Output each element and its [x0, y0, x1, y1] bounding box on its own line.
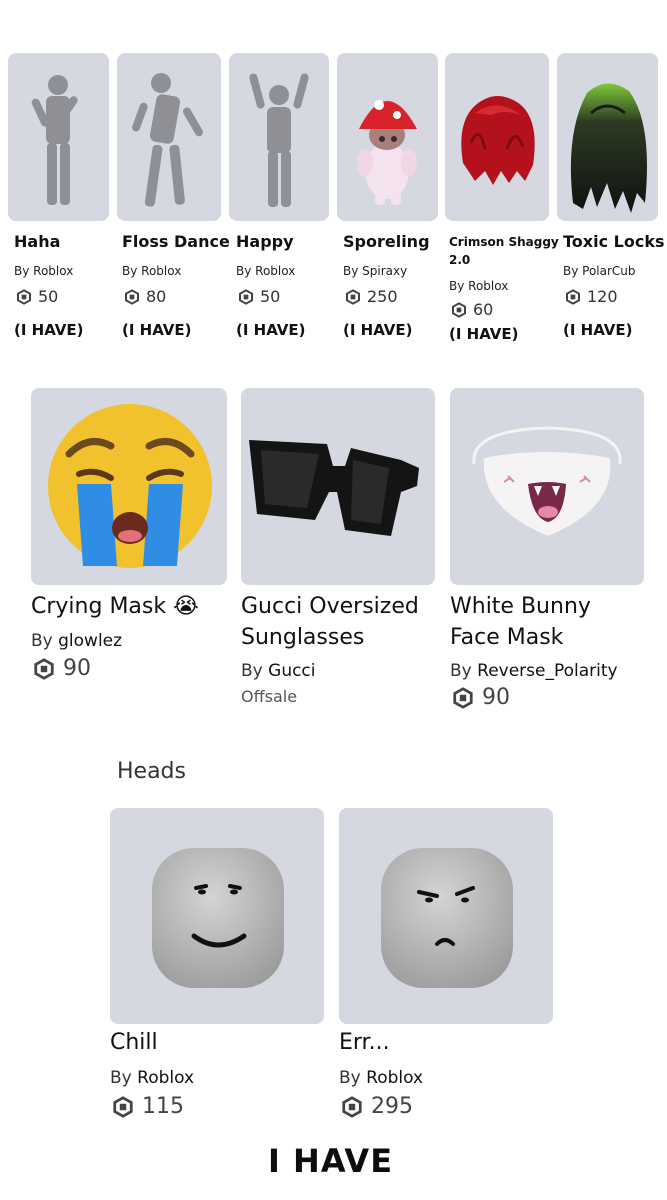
item-creator[interactable]: By PolarCub	[563, 264, 636, 278]
item-card-white-bunny-mask[interactable]	[450, 388, 644, 585]
ownership-note: (I HAVE)	[449, 325, 519, 343]
item-price: 50	[238, 287, 280, 306]
emote-figure-thumbnail	[132, 73, 203, 207]
item-price: 295	[341, 1094, 413, 1119]
item-card-happy[interactable]	[229, 53, 329, 221]
item-creator[interactable]: By Reverse_Polarity	[450, 661, 618, 681]
item-name-line1[interactable]: Crimson Shaggy	[449, 233, 559, 251]
robux-icon	[34, 657, 54, 680]
price-value: 60	[473, 300, 494, 319]
black-sunglasses-thumbnail	[249, 440, 419, 536]
item-name[interactable]: Haha	[14, 232, 60, 251]
by-prefix: By	[241, 661, 263, 681]
crying-emoji-mask-thumbnail	[48, 404, 212, 568]
by-prefix: By	[339, 1068, 361, 1088]
ownership-note: (I HAVE)	[236, 321, 306, 339]
item-name-line1[interactable]: White Bunny	[450, 591, 591, 622]
item-price: 120	[565, 287, 618, 306]
price-value: 80	[146, 287, 167, 306]
item-card-haha[interactable]	[8, 53, 109, 221]
offsale-label: Offsale	[241, 687, 298, 706]
err-head-thumbnail	[381, 848, 513, 988]
price-value: 50	[38, 287, 59, 306]
item-creator[interactable]: By Roblox	[449, 279, 508, 293]
item-creator[interactable]: By Roblox	[236, 264, 295, 278]
creator-name[interactable]: glowlez	[58, 631, 122, 651]
item-card-toxic-locks[interactable]	[557, 53, 658, 221]
item-creator[interactable]: By Roblox	[122, 264, 181, 278]
item-name[interactable]: Err...	[339, 1030, 390, 1055]
ownership-note: (I HAVE)	[343, 321, 413, 339]
item-price: 50	[16, 287, 58, 306]
ownership-note: (I HAVE)	[14, 321, 84, 339]
creator-name[interactable]: Roblox	[137, 1068, 194, 1088]
robux-icon	[566, 288, 580, 305]
emote-figure-thumbnail	[31, 75, 78, 205]
item-card-floss-dance[interactable]	[117, 53, 221, 221]
price-value: 90	[482, 685, 510, 710]
item-card-err[interactable]	[339, 808, 553, 1024]
by-prefix: By	[31, 631, 53, 651]
robux-icon	[239, 288, 253, 305]
price-value: 115	[142, 1094, 184, 1119]
green-black-hair-thumbnail	[570, 83, 647, 214]
bunny-face-mask-thumbnail	[472, 426, 622, 536]
item-card-gucci-sunglasses[interactable]	[241, 388, 435, 585]
robux-icon	[17, 288, 31, 305]
by-prefix: By	[110, 1068, 132, 1088]
item-creator[interactable]: By Gucci	[241, 661, 316, 681]
price-value: 295	[371, 1094, 413, 1119]
item-card-chill[interactable]	[110, 808, 324, 1024]
ownership-note: (I HAVE)	[563, 321, 633, 339]
item-price: 80	[124, 287, 166, 306]
item-price: 60	[451, 300, 493, 319]
creator-name[interactable]: Roblox	[366, 1068, 423, 1088]
item-name[interactable]: Toxic Locks	[563, 232, 664, 251]
robux-icon	[113, 1095, 133, 1118]
item-name-line2[interactable]: 2.0	[449, 251, 470, 269]
section-title-heads: Heads	[117, 759, 186, 784]
item-name[interactable]: Floss Dance	[122, 232, 230, 251]
robux-icon	[342, 1095, 362, 1118]
price-value: 250	[367, 287, 398, 306]
item-card-crying-mask[interactable]	[31, 388, 227, 585]
price-value: 50	[260, 287, 281, 306]
robux-icon	[125, 288, 139, 305]
creator-name[interactable]: Gucci	[268, 661, 315, 681]
item-creator[interactable]: By glowlez	[31, 631, 122, 651]
ownership-note: (I HAVE)	[122, 321, 192, 339]
item-name[interactable]: Sporeling	[343, 232, 430, 251]
robux-icon	[452, 301, 466, 318]
emote-figure-thumbnail	[249, 73, 309, 207]
item-creator[interactable]: By Roblox	[14, 264, 73, 278]
item-card-crimson-shaggy[interactable]	[445, 53, 549, 221]
item-creator[interactable]: By Roblox	[110, 1068, 194, 1088]
item-name-line2[interactable]: Sunglasses	[241, 622, 364, 653]
red-hair-thumbnail	[461, 96, 535, 185]
item-name[interactable]: Chill	[110, 1030, 158, 1055]
item-name-line1[interactable]: Gucci Oversized	[241, 591, 419, 622]
by-prefix: By	[450, 661, 472, 681]
price-value: 90	[63, 656, 91, 681]
chill-head-thumbnail	[152, 848, 284, 988]
item-price: 250	[345, 287, 398, 306]
robux-icon	[346, 288, 360, 305]
item-price: 90	[452, 685, 510, 710]
item-card-sporeling[interactable]	[337, 53, 438, 221]
item-price: 115	[112, 1094, 184, 1119]
footer-caption: I HAVE	[268, 1142, 394, 1180]
item-name[interactable]: Happy	[236, 232, 294, 251]
item-creator[interactable]: By Spiraxy	[343, 264, 407, 278]
mushroom-character-thumbnail	[357, 100, 417, 205]
item-name[interactable]: Crying Mask 😭	[31, 591, 199, 622]
creator-name[interactable]: Reverse_Polarity	[477, 661, 617, 681]
item-price: 90	[33, 656, 91, 681]
robux-icon	[453, 686, 473, 709]
item-creator[interactable]: By Roblox	[339, 1068, 423, 1088]
price-value: 120	[587, 287, 618, 306]
item-name-line2[interactable]: Face Mask	[450, 622, 563, 653]
